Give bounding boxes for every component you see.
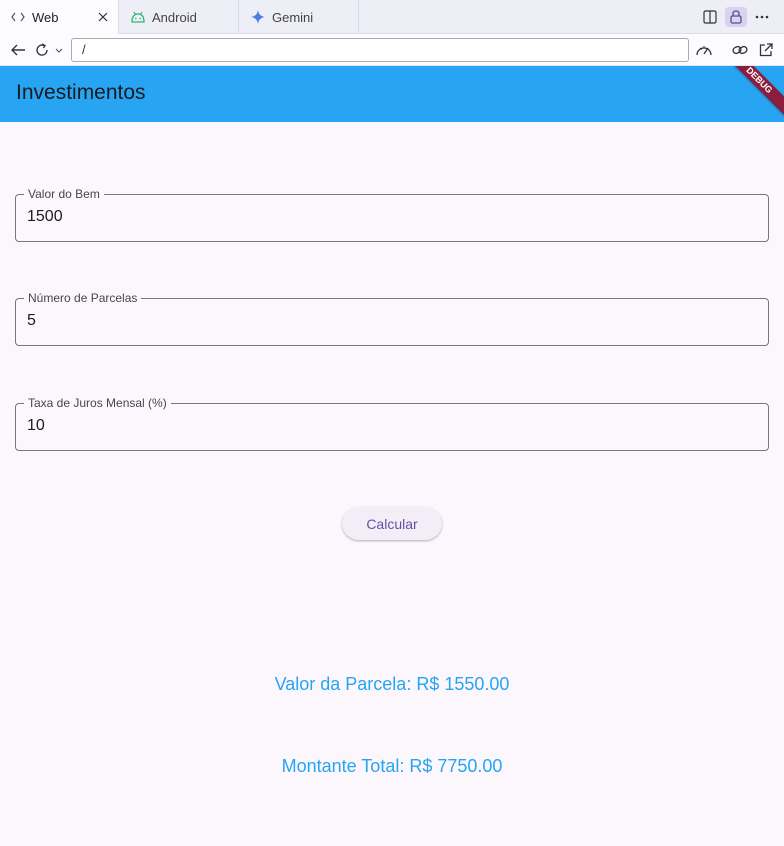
back-arrow-icon[interactable] [7, 39, 29, 61]
valor-do-bem-input[interactable]: 1500 [27, 208, 727, 226]
browser-tab-strip: Web Android Gemini [0, 0, 784, 34]
debug-banner: DEBUG [722, 66, 784, 117]
valor-do-bem-field[interactable]: Valor do Bem 1500 [15, 187, 769, 242]
url-input[interactable]: / [71, 38, 689, 62]
taxa-juros-input[interactable]: 10 [27, 417, 727, 435]
tab-android[interactable]: Android [119, 0, 239, 34]
tab-gemini-label: Gemini [272, 9, 314, 25]
tab-gemini[interactable]: Gemini [239, 0, 359, 34]
page-title: Investimentos [16, 81, 146, 104]
link-icon[interactable] [729, 39, 751, 61]
performance-gauge-icon[interactable] [693, 39, 715, 61]
reload-icon[interactable] [33, 39, 65, 61]
montante-total-result: Montante Total: R$ 7750.00 [281, 756, 503, 776]
valor-parcela-result: Valor da Parcela: R$ 1550.00 [274, 674, 510, 694]
android-icon [130, 9, 146, 25]
numero-parcelas-input[interactable]: 5 [27, 312, 727, 330]
split-view-icon[interactable] [699, 7, 721, 27]
tab-web-label: Web [32, 9, 59, 25]
close-icon[interactable] [96, 10, 110, 24]
code-icon [10, 9, 26, 25]
taxa-juros-label: Taxa de Juros Mensal (%) [24, 396, 171, 410]
taxa-juros-field[interactable]: Taxa de Juros Mensal (%) 10 [15, 396, 769, 451]
numero-parcelas-label: Número de Parcelas [24, 291, 142, 305]
tab-web[interactable]: Web [0, 0, 119, 34]
more-options-icon[interactable] [751, 7, 773, 27]
app-bar: Investimentos DEBUG [0, 66, 784, 122]
gemini-sparkle-icon [250, 9, 266, 25]
numero-parcelas-field[interactable]: Número de Parcelas 5 [15, 291, 769, 346]
calcular-button[interactable]: Calcular [342, 507, 442, 540]
lock-icon[interactable] [725, 7, 747, 27]
open-external-icon[interactable] [755, 39, 777, 61]
valor-do-bem-label: Valor do Bem [24, 187, 104, 201]
tab-android-label: Android [152, 9, 197, 25]
browser-nav-bar: / [0, 34, 784, 66]
